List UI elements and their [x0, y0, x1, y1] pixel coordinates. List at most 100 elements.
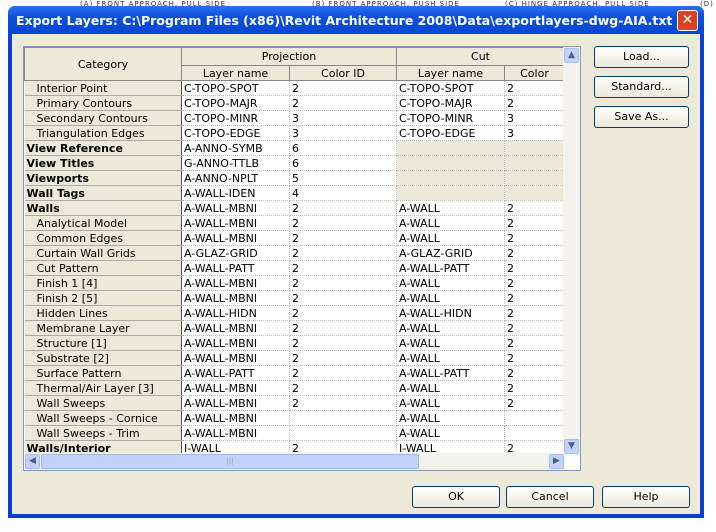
table-row[interactable]: Cut Pattern A-WALL-PATT 2 A-WALL-PATT 2	[24, 260, 565, 276]
table-row[interactable]: Analytical Model A-WALL-MBNI 2 A-WALL 2	[24, 215, 565, 231]
standard-button[interactable]: Standard...	[594, 76, 689, 98]
projection-color-cell[interactable]: 2	[289, 305, 397, 321]
table-row[interactable]: Surface Pattern A-WALL-PATT 2 A-WALL-PATT 2	[24, 365, 565, 381]
table-row[interactable]: Membrane Layer A-WALL-MBNI 2 A-WALL 2	[24, 320, 565, 336]
table-row[interactable]: Walls A-WALL-MBNI 2 A-WALL 2	[24, 200, 565, 216]
header-proj-color-id[interactable]: Color ID	[289, 65, 397, 81]
projection-layer-cell[interactable]: A-WALL-MBNI	[181, 380, 290, 396]
table-row[interactable]: Curtain Wall Grids A-GLAZ-GRID 2 A-GLAZ-GRI…	[24, 245, 565, 261]
projection-layer-cell[interactable]: G-ANNO-TTLB	[181, 155, 290, 171]
cut-color-cell[interactable]: 2	[504, 215, 565, 231]
projection-layer-cell[interactable]: C-TOPO-MAJR	[181, 95, 290, 111]
cut-layer-cell[interactable]: A-WALL	[396, 320, 505, 336]
projection-color-cell[interactable]: 2	[289, 335, 397, 351]
table-row[interactable]: Secondary Contours C-TOPO-MINR 3 C-TOPO-MIN…	[24, 110, 565, 126]
projection-color-cell[interactable]: 2	[289, 320, 397, 336]
table-row[interactable]: Common Edges A-WALL-MBNI 2 A-WALL 2	[24, 230, 565, 246]
projection-layer-cell[interactable]: A-WALL-HIDN	[181, 305, 290, 321]
cut-color-cell[interactable]	[504, 170, 565, 186]
table-row[interactable]: Interior Point C-TOPO-SPOT 2 C-TOPO-SPOT 2	[24, 80, 565, 96]
cut-layer-cell[interactable]: C-TOPO-EDGE	[396, 125, 505, 141]
projection-layer-cell[interactable]: A-WALL-MBNI	[181, 410, 290, 426]
cut-layer-cell[interactable]: A-WALL	[396, 335, 505, 351]
cut-color-cell[interactable]: 2	[504, 305, 565, 321]
header-cut-color-id[interactable]: Color	[504, 65, 565, 81]
cut-layer-cell[interactable]: A-GLAZ-GRID	[396, 245, 505, 261]
cut-layer-cell[interactable]: A-WALL	[396, 290, 505, 306]
horizontal-scrollbar[interactable]: ◀ ||| ▶	[24, 453, 565, 470]
projection-color-cell[interactable]	[289, 410, 397, 426]
cut-layer-cell[interactable]: A-WALL	[396, 215, 505, 231]
cut-color-cell[interactable]	[504, 185, 565, 201]
cut-layer-cell[interactable]: C-TOPO-SPOT	[396, 80, 505, 96]
table-row[interactable]: Thermal/Air Layer [3] A-WALL-MBNI 2 A-WALL 2	[24, 380, 565, 396]
cut-layer-cell[interactable]: A-WALL-PATT	[396, 365, 505, 381]
projection-layer-cell[interactable]: A-WALL-MBNI	[181, 290, 290, 306]
projection-color-cell[interactable]: 2	[289, 200, 397, 216]
table-row[interactable]: View Reference A-ANNO-SYMB 6	[24, 140, 565, 156]
projection-layer-cell[interactable]: A-WALL-MBNI	[181, 215, 290, 231]
header-category[interactable]: Category	[24, 47, 182, 81]
cut-color-cell[interactable]: 2	[504, 275, 565, 291]
table-row[interactable]: Finish 2 [5] A-WALL-MBNI 2 A-WALL 2	[24, 290, 565, 306]
table-row[interactable]: Wall Sweeps - Cornice A-WALL-MBNI A-WALL	[24, 410, 565, 426]
cut-color-cell[interactable]: 2	[504, 95, 565, 111]
projection-layer-cell[interactable]: A-WALL-MBNI	[181, 425, 290, 441]
projection-color-cell[interactable]: 6	[289, 140, 397, 156]
load-button[interactable]: Load...	[594, 46, 689, 68]
header-proj-layer-name[interactable]: Layer name	[181, 65, 290, 81]
cut-layer-cell[interactable]	[396, 170, 505, 186]
cut-layer-cell[interactable]: A-WALL	[396, 230, 505, 246]
cut-layer-cell[interactable]: A-WALL	[396, 275, 505, 291]
table-row[interactable]: View Titles G-ANNO-TTLB 6	[24, 155, 565, 171]
projection-layer-cell[interactable]: A-WALL-MBNI	[181, 350, 290, 366]
projection-layer-cell[interactable]: A-WALL-MBNI	[181, 320, 290, 336]
cut-color-cell[interactable]: 2	[504, 230, 565, 246]
cut-layer-cell[interactable]: A-WALL	[396, 350, 505, 366]
cut-color-cell[interactable]: 3	[504, 125, 565, 141]
projection-layer-cell[interactable]: A-WALL-MBNI	[181, 335, 290, 351]
projection-color-cell[interactable]: 2	[289, 275, 397, 291]
projection-color-cell[interactable]: 4	[289, 185, 397, 201]
cut-color-cell[interactable]: 2	[504, 395, 565, 411]
projection-color-cell[interactable]: 2	[289, 80, 397, 96]
table-row[interactable]: Substrate [2] A-WALL-MBNI 2 A-WALL 2	[24, 350, 565, 366]
cut-layer-cell[interactable]: A-WALL	[396, 395, 505, 411]
table-row[interactable]: Primary Contours C-TOPO-MAJR 2 C-TOPO-MAJR 2	[24, 95, 565, 111]
cancel-button[interactable]: Cancel	[506, 486, 594, 508]
cut-layer-cell[interactable]: A-WALL-HIDN	[396, 305, 505, 321]
help-button[interactable]: Help	[602, 486, 690, 508]
projection-color-cell[interactable]: 3	[289, 125, 397, 141]
projection-layer-cell[interactable]: A-WALL-MBNI	[181, 200, 290, 216]
cut-layer-cell[interactable]: A-WALL	[396, 200, 505, 216]
projection-color-cell[interactable]	[289, 425, 397, 441]
projection-color-cell[interactable]: 3	[289, 110, 397, 126]
header-cut-layer-name[interactable]: Layer name	[396, 65, 505, 81]
table-row[interactable]: Wall Sweeps - Trim A-WALL-MBNI A-WALL	[24, 425, 565, 441]
projection-layer-cell[interactable]: A-ANNO-SYMB	[181, 140, 290, 156]
scroll-down-icon[interactable]: ▼	[564, 439, 579, 454]
table-row[interactable]: Triangulation Edges C-TOPO-EDGE 3 C-TOPO-ED…	[24, 125, 565, 141]
projection-color-cell[interactable]: 2	[289, 290, 397, 306]
cut-layer-cell[interactable]: A-WALL	[396, 410, 505, 426]
cut-color-cell[interactable]: 2	[504, 365, 565, 381]
projection-layer-cell[interactable]: A-WALL-MBNI	[181, 395, 290, 411]
table-row[interactable]: Structure [1] A-WALL-MBNI 2 A-WALL 2	[24, 335, 565, 351]
cut-layer-cell[interactable]: A-WALL	[396, 380, 505, 396]
dialog-title[interactable]: Export Layers: C:\Program Files (x86)\Re…	[8, 6, 704, 34]
projection-layer-cell[interactable]: C-TOPO-MINR	[181, 110, 290, 126]
cut-color-cell[interactable]: 2	[504, 245, 565, 261]
table-row[interactable]: Wall Tags A-WALL-IDEN 4	[24, 185, 565, 201]
cut-color-cell[interactable]: 2	[504, 320, 565, 336]
cut-color-cell[interactable]: 2	[504, 335, 565, 351]
cut-layer-cell[interactable]	[396, 140, 505, 156]
projection-color-cell[interactable]: 2	[289, 95, 397, 111]
projection-color-cell[interactable]: 6	[289, 155, 397, 171]
projection-layer-cell[interactable]: A-WALL-PATT	[181, 365, 290, 381]
projection-layer-cell[interactable]: A-ANNO-NPLT	[181, 170, 290, 186]
cut-layer-cell[interactable]: A-WALL	[396, 425, 505, 441]
table-row[interactable]: Wall Sweeps A-WALL-MBNI 2 A-WALL 2	[24, 395, 565, 411]
close-icon[interactable]: ✕	[677, 10, 698, 31]
cut-color-cell[interactable]: 2	[504, 80, 565, 96]
projection-color-cell[interactable]: 2	[289, 215, 397, 231]
